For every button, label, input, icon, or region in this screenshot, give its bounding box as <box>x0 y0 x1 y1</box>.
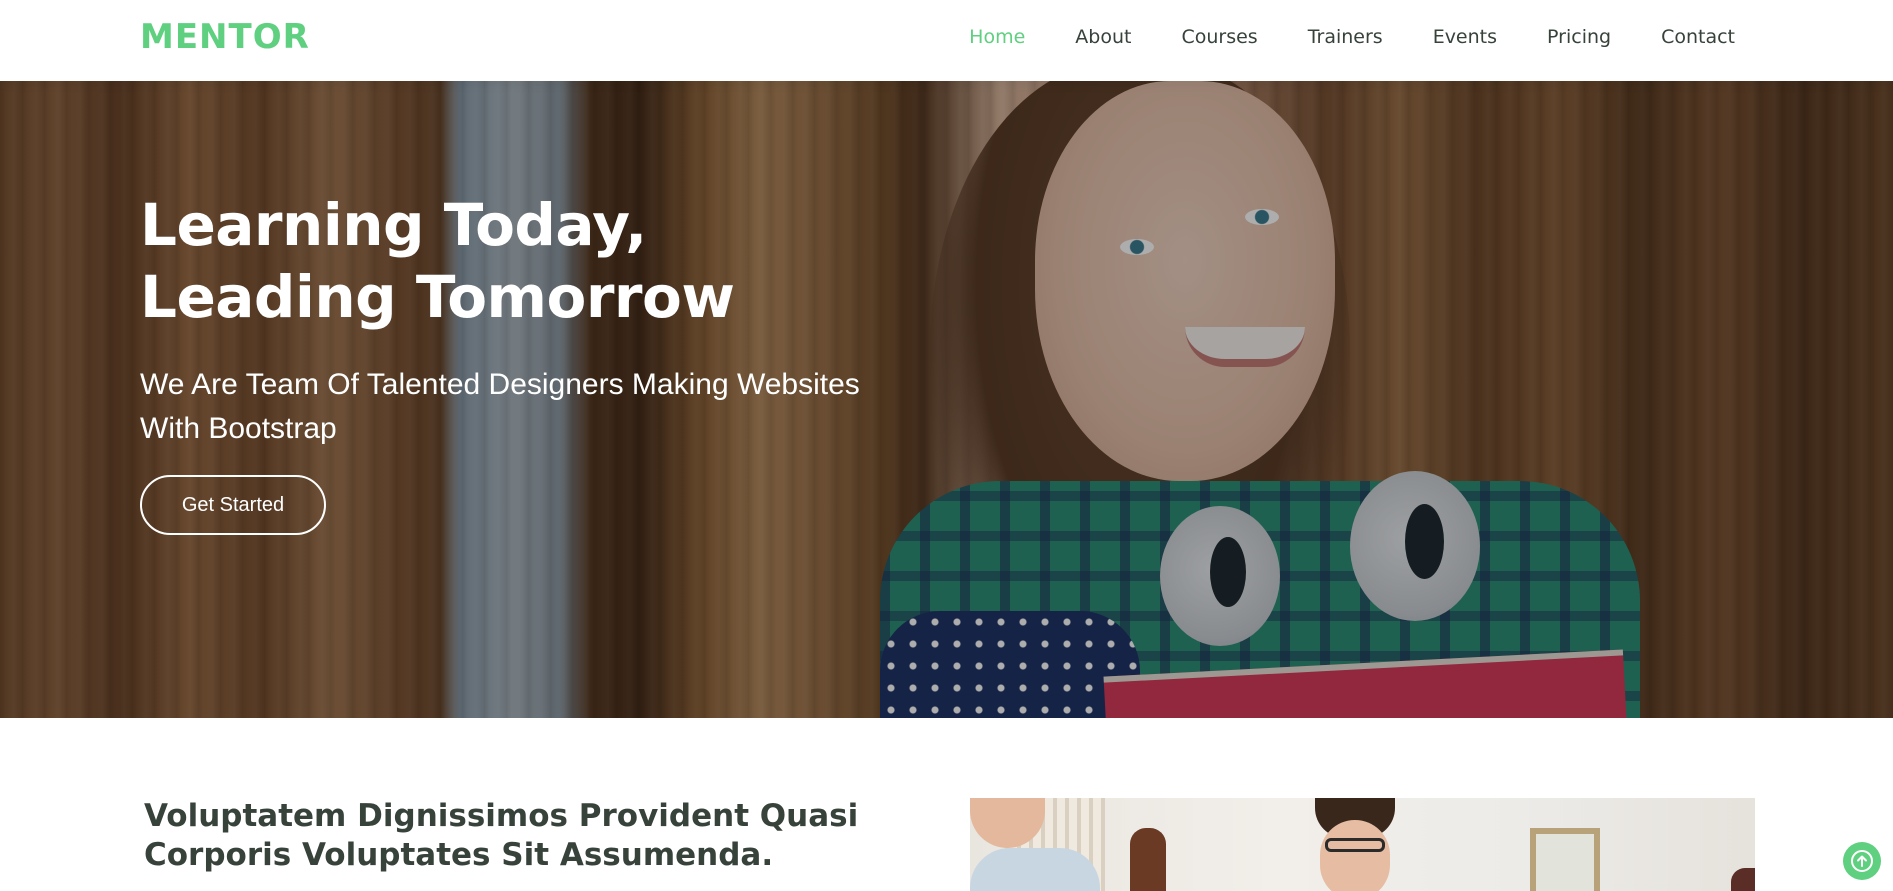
hero-content: Learning Today, Leading Tomorrow We Are … <box>140 189 1040 535</box>
about-image-person-center-face <box>1320 820 1390 891</box>
hero-title-line1: Learning Today, <box>140 191 647 259</box>
about-image-picture-frame <box>1530 828 1600 891</box>
hero-title: Learning Today, Leading Tomorrow <box>140 189 1040 333</box>
hero-title-line2: Leading Tomorrow <box>140 263 735 331</box>
main-nav: Home About Courses Trainers Events Prici… <box>919 26 1735 48</box>
about-image-glasses <box>1325 838 1385 852</box>
hero-section: Learning Today, Leading Tomorrow We Are … <box>0 81 1893 718</box>
about-image-chair <box>1130 828 1166 891</box>
nav-item-contact[interactable]: Contact <box>1661 26 1735 48</box>
nav-item-pricing[interactable]: Pricing <box>1547 26 1611 48</box>
arrow-up-icon <box>1851 850 1873 872</box>
nav-item-events[interactable]: Events <box>1433 26 1497 48</box>
nav-item-about[interactable]: About <box>1075 26 1131 48</box>
back-to-top-button[interactable] <box>1843 842 1881 880</box>
about-image-person-left-body <box>970 848 1100 891</box>
about-image-person-right <box>1731 868 1755 891</box>
nav-item-trainers[interactable]: Trainers <box>1308 26 1383 48</box>
about-image <box>970 798 1755 891</box>
about-title: Voluptatem Dignissimos Provident Quasi C… <box>144 798 859 873</box>
site-logo[interactable]: MENTOR <box>140 17 310 57</box>
hero-subtitle: We Are Team Of Talented Designers Making… <box>140 368 860 445</box>
site-header: MENTOR Home About Courses Trainers Event… <box>0 0 1893 81</box>
nav-item-courses[interactable]: Courses <box>1181 26 1257 48</box>
get-started-button[interactable]: Get Started <box>140 475 326 535</box>
nav-item-home[interactable]: Home <box>969 26 1025 48</box>
